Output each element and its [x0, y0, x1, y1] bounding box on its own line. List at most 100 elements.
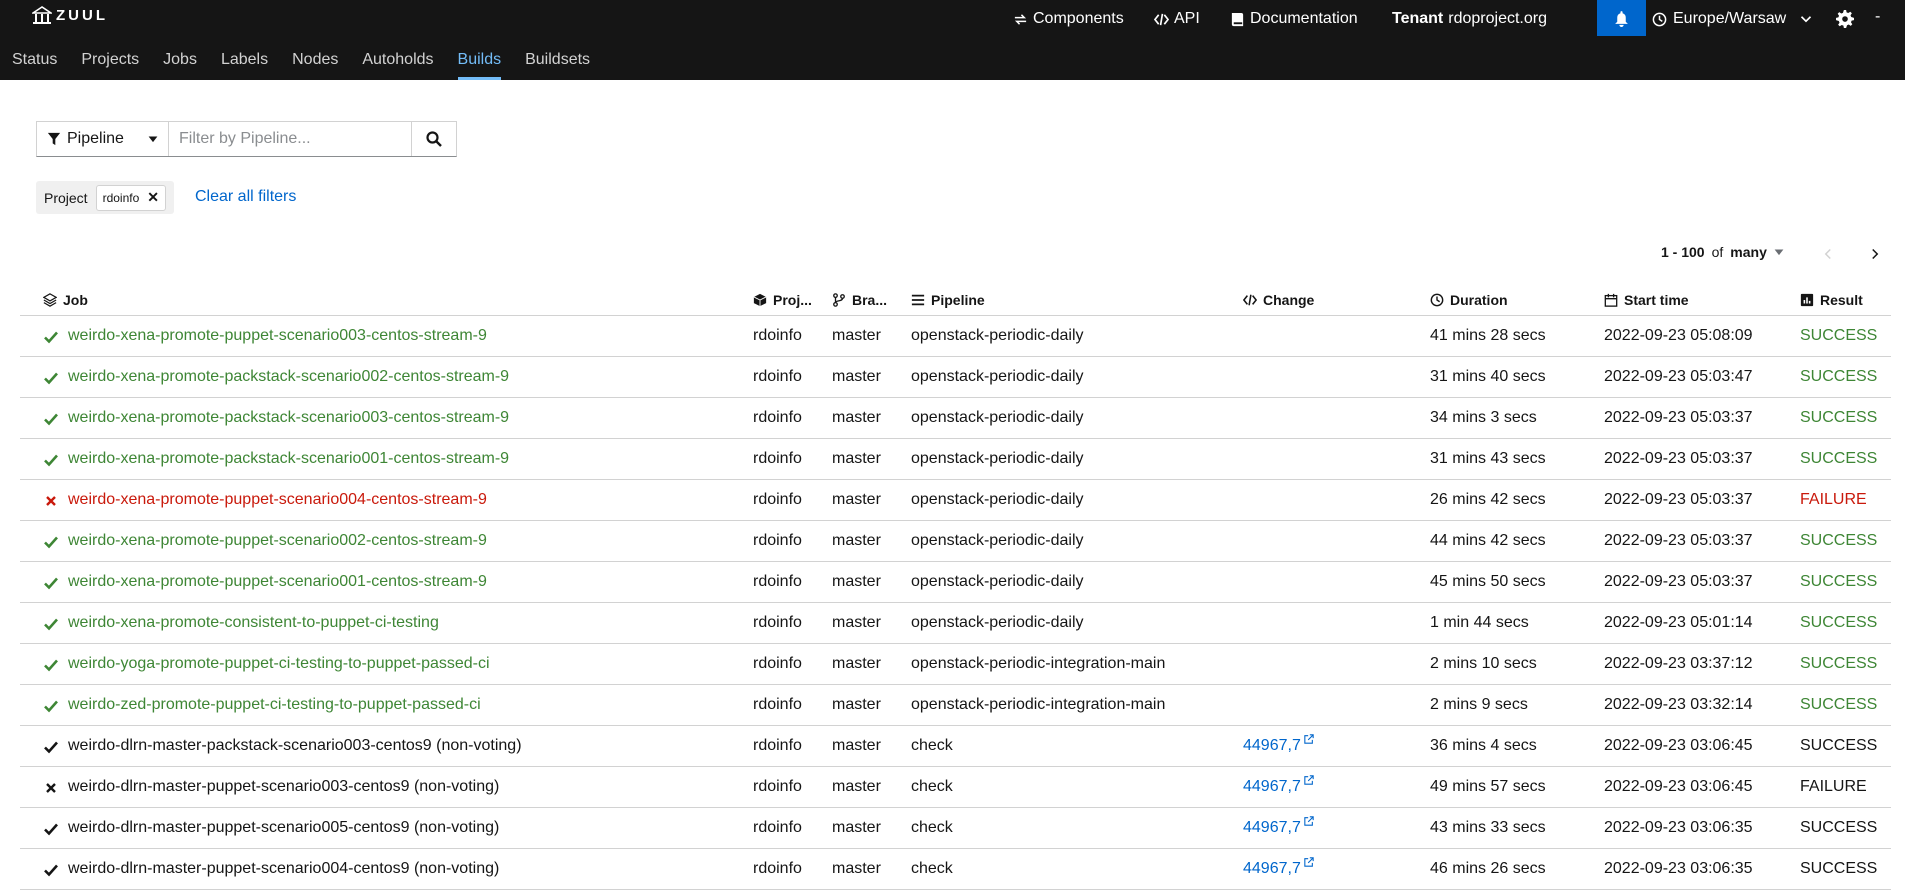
column-change-label: Change [1263, 292, 1315, 308]
tab-status[interactable]: Status [0, 42, 69, 80]
notifications-button[interactable] [1597, 0, 1646, 36]
job-link[interactable]: weirdo-xena-promote-packstack-scenario00… [68, 398, 509, 438]
caret-down-icon [1774, 249, 1784, 256]
cell-project: rdoinfo [753, 860, 802, 877]
next-page-button[interactable] [1863, 244, 1887, 264]
cell-project: rdoinfo [753, 409, 802, 426]
chip-category-label: Project [44, 189, 88, 206]
cell-project: rdoinfo [753, 655, 802, 672]
user-menu[interactable]: - [1875, 8, 1880, 26]
tenant-name: rdoproject.org [1448, 10, 1547, 27]
table-row: weirdo-xena-promote-puppet-scenario004-c… [20, 480, 1891, 521]
tab-autoholds[interactable]: Autoholds [350, 42, 445, 80]
cell-project: rdoinfo [753, 491, 802, 508]
result-status: SUCCESS [1800, 368, 1878, 385]
check-icon [44, 454, 58, 467]
chevron-left-icon [1824, 248, 1831, 260]
job-link[interactable]: weirdo-dlrn-master-puppet-scenario003-ce… [68, 767, 499, 807]
tenant-prefix: Tenant [1392, 10, 1444, 27]
check-icon [44, 741, 58, 754]
job-link[interactable]: weirdo-xena-promote-puppet-scenario003-c… [68, 316, 487, 356]
filter-category-select[interactable]: Pipeline [37, 122, 169, 156]
filter-chip: rdoinfo ✕ [95, 184, 167, 211]
timezone-select[interactable]: Europe/Warsaw [1652, 0, 1812, 38]
job-link[interactable]: weirdo-zed-promote-puppet-ci-testing-to-… [68, 685, 481, 725]
change-link[interactable]: 44967,7 [1243, 726, 1314, 766]
cell-duration: 34 mins 3 secs [1430, 409, 1537, 426]
documentation-link[interactable]: Documentation [1230, 10, 1358, 28]
change-link[interactable]: 44967,7 [1243, 808, 1314, 848]
clock-icon [1652, 12, 1667, 26]
api-link[interactable]: API [1154, 10, 1200, 28]
cell-project: rdoinfo [753, 778, 802, 795]
zuul-logo[interactable]: ZUUL [32, 6, 108, 24]
result-status: FAILURE [1800, 491, 1867, 508]
tab-labels[interactable]: Labels [209, 42, 280, 80]
cell-duration: 2 mins 10 secs [1430, 655, 1537, 672]
cell-branch: master [832, 778, 881, 795]
cell-duration: 36 mins 4 secs [1430, 737, 1537, 754]
api-label: API [1174, 10, 1200, 27]
external-link-icon [1304, 857, 1314, 867]
job-link[interactable]: weirdo-dlrn-master-puppet-scenario005-ce… [68, 808, 499, 848]
cell-project: rdoinfo [753, 368, 802, 385]
cell-branch: master [832, 409, 881, 426]
book-icon [1231, 12, 1244, 26]
job-link[interactable]: weirdo-xena-promote-packstack-scenario00… [68, 439, 509, 479]
cell-start-time: 2022-09-23 03:06:45 [1604, 778, 1753, 795]
tab-buildsets[interactable]: Buildsets [513, 42, 602, 80]
code-branch-icon [833, 293, 845, 307]
job-link[interactable]: weirdo-xena-promote-puppet-scenario001-c… [68, 562, 487, 602]
components-link[interactable]: Components [1013, 10, 1124, 28]
job-link[interactable]: weirdo-yoga-promote-puppet-ci-testing-to… [68, 644, 490, 684]
column-branch[interactable]: Bra... [832, 285, 887, 315]
column-duration[interactable]: Duration [1430, 285, 1508, 315]
cell-duration: 41 mins 28 secs [1430, 327, 1546, 344]
calendar-icon [1604, 293, 1618, 307]
result-status: SUCCESS [1800, 573, 1878, 590]
change-link[interactable]: 44967,7 [1243, 767, 1314, 807]
remove-chip-icon[interactable]: ✕ [147, 189, 159, 206]
filter-input[interactable] [169, 122, 411, 156]
pagination-toggle[interactable]: 1 - 100 of many [1661, 244, 1784, 260]
cell-branch: master [832, 573, 881, 590]
column-project[interactable]: Proj... [753, 285, 812, 315]
cell-pipeline: openstack-periodic-daily [911, 614, 1084, 631]
table-row: weirdo-xena-promote-packstack-scenario00… [20, 398, 1891, 439]
column-change[interactable]: Change [1243, 285, 1314, 315]
tab-jobs[interactable]: Jobs [151, 42, 209, 80]
cell-project: rdoinfo [753, 819, 802, 836]
gear-icon[interactable] [1836, 10, 1854, 28]
cell-start-time: 2022-09-23 05:08:09 [1604, 327, 1753, 344]
column-start-time[interactable]: Start time [1604, 285, 1689, 315]
job-link[interactable]: weirdo-xena-promote-puppet-scenario004-c… [68, 480, 487, 520]
check-icon [44, 331, 58, 344]
cell-duration: 45 mins 50 secs [1430, 573, 1546, 590]
tab-builds[interactable]: Builds [446, 42, 514, 80]
job-link[interactable]: weirdo-dlrn-master-packstack-scenario003… [68, 726, 522, 766]
cell-start-time: 2022-09-23 03:32:14 [1604, 696, 1753, 713]
cell-pipeline: check [911, 737, 953, 754]
tab-projects[interactable]: Projects [69, 42, 151, 80]
column-job[interactable]: Job [43, 285, 88, 315]
previous-page-button[interactable] [1816, 244, 1840, 264]
column-result[interactable]: Result [1800, 285, 1863, 315]
clear-all-filters-link[interactable]: Clear all filters [195, 188, 296, 206]
cell-pipeline: check [911, 778, 953, 795]
cell-start-time: 2022-09-23 05:03:37 [1604, 450, 1753, 467]
check-icon [44, 659, 58, 672]
check-icon [44, 413, 58, 426]
search-button[interactable] [411, 122, 456, 156]
tenant-indicator[interactable]: Tenant rdoproject.org [1392, 0, 1547, 38]
tab-nodes[interactable]: Nodes [280, 42, 350, 80]
column-pipeline[interactable]: Pipeline [911, 285, 985, 315]
job-link[interactable]: weirdo-xena-promote-puppet-scenario002-c… [68, 521, 487, 561]
job-link[interactable]: weirdo-dlrn-master-puppet-scenario004-ce… [68, 849, 499, 889]
cell-project: rdoinfo [753, 614, 802, 631]
change-link[interactable]: 44967,7 [1243, 849, 1314, 889]
cell-project: rdoinfo [753, 573, 802, 590]
job-link[interactable]: weirdo-xena-promote-consistent-to-puppet… [68, 603, 439, 643]
pagination-range: 1 - 100 [1661, 244, 1705, 260]
cell-project: rdoinfo [753, 737, 802, 754]
job-link[interactable]: weirdo-xena-promote-packstack-scenario00… [68, 357, 509, 397]
